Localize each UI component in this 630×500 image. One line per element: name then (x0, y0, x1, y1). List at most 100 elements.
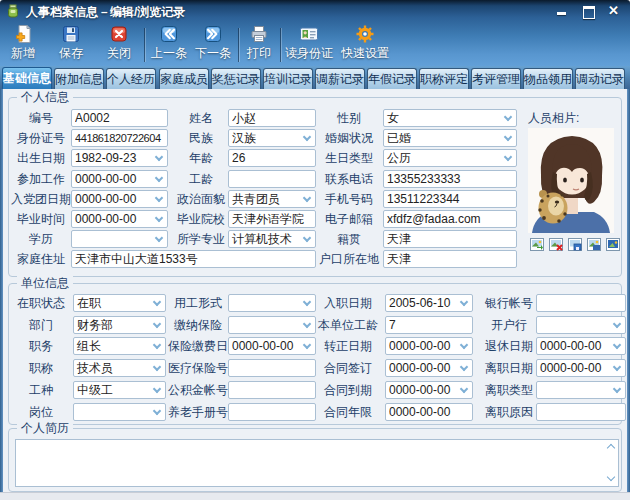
previous-record-button[interactable]: 上一条 (148, 24, 190, 64)
chevron-down-icon (155, 234, 163, 242)
medical-insurance-input[interactable] (228, 359, 316, 377)
new-record-icon (13, 24, 33, 44)
code-input[interactable] (71, 109, 168, 127)
employment-info-group: 单位信息 在职状态 在职 用工形式 入职日期 2005-06-10 银行帐号 部… (8, 283, 622, 425)
previous-button-label: 上一条 (148, 45, 190, 62)
worker-type-select[interactable]: 中级工 (73, 381, 166, 399)
bank-name-select[interactable] (536, 316, 626, 334)
contract-expire-select[interactable]: 0000-00-00 (385, 381, 473, 399)
tab-bar: 基础信息 附加信息 个人经历 家庭成员 奖惩记录 培训记录 调薪记录 年假记录 … (0, 66, 630, 89)
unit-seniority-input[interactable] (385, 316, 473, 334)
phone-input[interactable] (383, 170, 517, 188)
tab-extra-info[interactable]: 附加信息 (54, 68, 104, 89)
tab-family-members[interactable]: 家庭成员 (159, 68, 209, 89)
email-input[interactable] (383, 210, 517, 228)
scroll-down-icon[interactable] (606, 474, 616, 484)
new-button-label: 新增 (2, 45, 44, 62)
school-input[interactable] (228, 210, 316, 228)
bank-name-label: 开户行 (477, 318, 541, 333)
personal-info-group: 个人信息 编号 姓名 性别 女 身份证号 民族 汉族 婚姻状况 已婚 出生日期 … (8, 97, 622, 277)
maximize-button[interactable] (578, 3, 599, 17)
department-select[interactable]: 财务部 (73, 316, 166, 334)
insurance-pay-date-label: 保险缴费日 (165, 339, 231, 354)
titlebar[interactable]: 人事档案信息－编辑/浏览记录 ✕ (0, 0, 630, 22)
education-select[interactable] (71, 230, 168, 248)
work-start-select[interactable]: 0000-00-00 (71, 170, 168, 188)
tab-title-evaluation[interactable]: 职称评定 (419, 68, 469, 89)
leave-type-select[interactable] (536, 381, 626, 399)
title-select[interactable]: 技术员 (73, 359, 166, 377)
duty-select[interactable]: 组长 (73, 337, 166, 355)
contract-sign-label: 合同签订 (312, 361, 384, 376)
quick-settings-button[interactable]: 快速设置 (339, 24, 391, 64)
next-record-button[interactable]: 下一条 (192, 24, 234, 64)
leave-reason-input[interactable] (536, 403, 626, 421)
tab-basic-info[interactable]: 基础信息 (2, 67, 52, 89)
housing-fund-input[interactable] (228, 381, 316, 399)
post-label: 岗位 (11, 405, 71, 420)
save-button[interactable]: 保存 (50, 24, 92, 64)
retire-date-select[interactable]: 0000-00-00 (536, 337, 626, 355)
read-id-card-button[interactable]: 读身份证 (283, 24, 335, 64)
employ-status-select[interactable]: 在职 (73, 294, 166, 312)
minimize-button[interactable] (552, 3, 573, 17)
close-window-button[interactable]: ✕ (603, 3, 624, 17)
chevron-down-icon (153, 320, 161, 328)
employ-form-select[interactable] (228, 294, 316, 312)
contract-years-input[interactable] (385, 403, 473, 421)
mobile-input[interactable] (383, 190, 517, 208)
post-select[interactable] (73, 403, 166, 421)
chevron-down-icon (504, 113, 512, 121)
chevron-down-icon (153, 363, 161, 371)
close-button[interactable]: 关闭 (98, 24, 140, 64)
scroll-up-icon[interactable] (606, 442, 616, 452)
bank-account-input[interactable] (536, 294, 626, 312)
tab-salary-adjust[interactable]: 调薪记录 (315, 68, 365, 89)
party-date-select[interactable]: 0000-00-00 (71, 190, 168, 208)
photo-load-icon[interactable] (530, 238, 544, 251)
gender-select[interactable]: 女 (383, 109, 517, 127)
seniority-input[interactable] (228, 170, 316, 188)
photo-export-icon[interactable] (606, 238, 620, 251)
insurance-pay-select[interactable] (228, 316, 316, 334)
political-status-select[interactable]: 共青团员 (228, 190, 316, 208)
age-input[interactable] (228, 149, 316, 167)
resume-textarea[interactable] (15, 439, 619, 487)
major-select[interactable]: 计算机技术 (228, 230, 316, 248)
tab-personal-history[interactable]: 个人经历 (106, 68, 156, 89)
tab-reward-punishment[interactable]: 奖惩记录 (211, 68, 261, 89)
save-icon (61, 24, 81, 44)
birthday-type-select[interactable]: 公历 (383, 149, 517, 167)
worker-type-label: 工种 (11, 383, 71, 398)
household-location-input[interactable] (383, 250, 517, 268)
leave-date-select[interactable]: 0000-00-00 (536, 359, 626, 377)
mobile-label: 手机号码 (315, 192, 383, 207)
age-label: 年龄 (171, 151, 231, 166)
marital-status-select[interactable]: 已婚 (383, 129, 517, 147)
photo-scan-icon[interactable] (587, 238, 601, 251)
id-number-input[interactable] (71, 129, 168, 147)
pension-book-input[interactable] (228, 403, 316, 421)
tab-item-collection[interactable]: 物品领用 (523, 68, 573, 89)
chevron-down-icon (613, 385, 621, 393)
hire-date-select[interactable]: 2005-06-10 (385, 294, 473, 312)
print-button[interactable]: 打印 (242, 24, 276, 64)
home-address-input[interactable] (71, 250, 316, 268)
new-button[interactable]: 新增 (2, 24, 44, 64)
photo-delete-icon[interactable] (549, 238, 563, 251)
tab-assessment[interactable]: 考评管理 (471, 68, 521, 89)
tab-training-records[interactable]: 培训记录 (263, 68, 313, 89)
name-input[interactable] (228, 109, 316, 127)
tab-transfer-records[interactable]: 调动记录 (575, 68, 625, 89)
contract-sign-select[interactable]: 0000-00-00 (385, 359, 473, 377)
close-button-label: 关闭 (98, 45, 140, 62)
ethnicity-select[interactable]: 汉族 (228, 129, 316, 147)
regular-date-select[interactable]: 0000-00-00 (385, 337, 473, 355)
photo-save-icon[interactable] (568, 238, 582, 251)
tab-annual-leave[interactable]: 年假记录 (367, 68, 417, 89)
insurance-pay-date-select[interactable]: 0000-00-00 (228, 337, 316, 355)
employ-form-label: 用工形式 (165, 296, 231, 311)
birth-date-select[interactable]: 1982-09-23 (71, 149, 168, 167)
native-place-input[interactable] (383, 230, 517, 248)
graduate-date-select[interactable]: 0000-00-00 (71, 210, 168, 228)
